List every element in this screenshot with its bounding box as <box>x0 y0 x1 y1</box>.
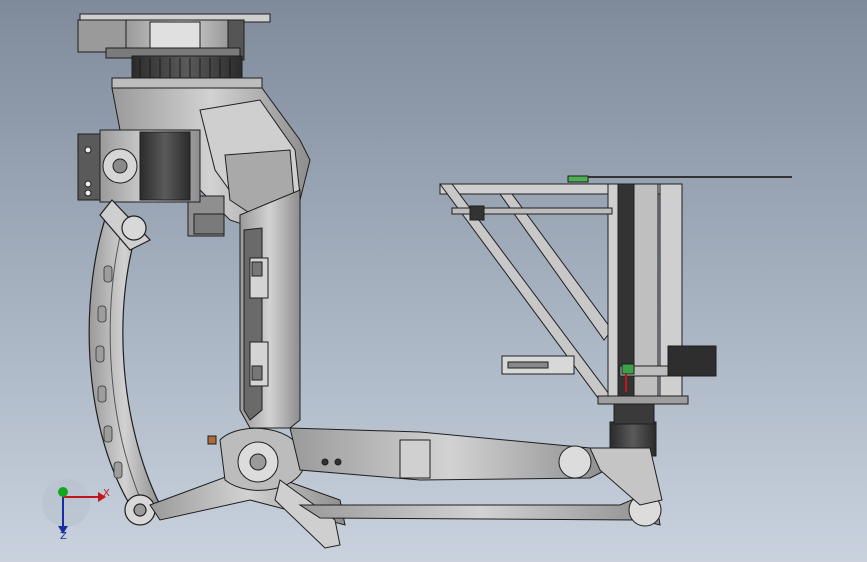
triad-z-label: Z <box>60 531 67 542</box>
robot-assembly-model[interactable] <box>0 0 867 562</box>
forearm-link <box>289 427 662 527</box>
counterbalance-arm <box>88 199 161 526</box>
end-effector-frame <box>439 175 792 405</box>
cad-viewport[interactable]: X Y Z <box>0 0 867 562</box>
axis-motor <box>77 129 201 203</box>
wrist-unit <box>589 397 663 506</box>
orientation-triad <box>42 479 106 534</box>
triad-x-label: X <box>103 488 110 499</box>
top-mount-flange <box>77 13 271 89</box>
